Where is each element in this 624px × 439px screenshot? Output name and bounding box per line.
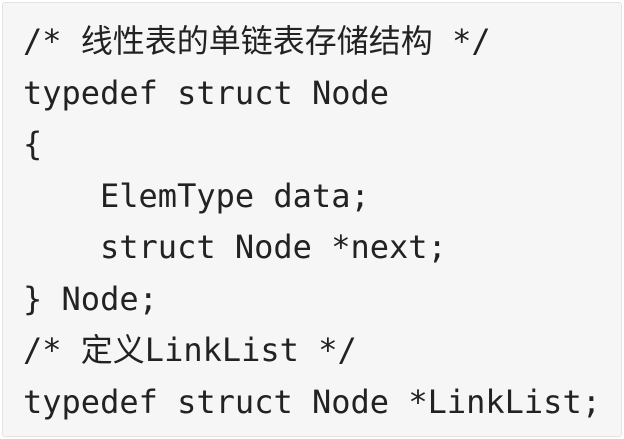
code-field-data-line: ElemType data;	[100, 176, 370, 215]
code-close-brace-line: } Node;	[23, 279, 158, 318]
code-comment-line-2: /* 定义LinkList */	[23, 331, 357, 369]
code-open-brace-line: {	[23, 125, 43, 163]
code-field-next-line: struct Node *next;	[100, 228, 447, 266]
code-typedef-line: typedef struct Node	[23, 73, 390, 112]
code-linklist-typedef-line: typedef struct Node *LinkList;	[23, 382, 601, 421]
code-block: /* 线性表的单链表存储结构 */ typedef struct Node { …	[2, 2, 622, 437]
code-comment-line: /* 线性表的单链表存储结构 */	[23, 22, 491, 60]
